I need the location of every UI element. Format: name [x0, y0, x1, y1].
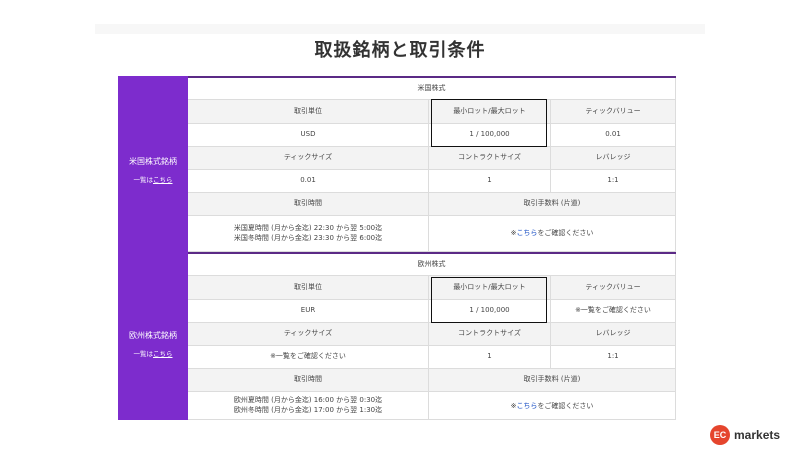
fee-suffix: をご確認ください [537, 402, 594, 410]
us-stocks-side-name: 米国株式銘柄 [129, 157, 177, 166]
fee-link[interactable]: こちら [516, 229, 537, 237]
header-tick-size: ティックサイズ [188, 323, 429, 346]
header-leverage: レバレッジ [551, 147, 676, 170]
eu-stocks-list-link[interactable]: こちら [153, 350, 173, 358]
header-contract-size: コントラクトサイズ [429, 147, 551, 170]
logo-text: markets [734, 428, 781, 442]
eu-stocks-side-name: 欧州株式銘柄 [129, 331, 177, 340]
value-contract-size: 1 [429, 170, 551, 193]
value-commission: ※こちらをご確認ください [429, 216, 676, 252]
us-stocks-list-link[interactable]: こちら [153, 176, 173, 184]
hours-summer: 米国夏時間 (月から金迄) 22:30 から翌 5:00迄 [233, 224, 383, 233]
header-leverage: レバレッジ [551, 323, 676, 346]
value-tick-value: ※一覧をご確認ください [551, 300, 676, 323]
header-trading-hours: 取引時間 [188, 369, 429, 392]
header-tick-value: ティックバリュー [551, 100, 676, 124]
header-contract-size: コントラクトサイズ [429, 323, 551, 346]
value-trading-hours: 欧州夏時間 (月から金迄) 16:00 から翌 0:30迄 欧州冬時間 (月から… [188, 392, 429, 420]
value-trading-hours: 米国夏時間 (月から金迄) 22:30 から翌 5:00迄 米国冬時間 (月から… [188, 216, 429, 252]
eu-stocks-list-note: 一覧はこちら [118, 348, 188, 358]
fee-suffix: をご確認ください [537, 229, 594, 237]
value-tick-value: 0.01 [551, 124, 676, 147]
value-trading-unit: EUR [188, 300, 429, 323]
value-leverage: 1:1 [551, 170, 676, 193]
us-stocks-list-note: 一覧はこちら [118, 174, 188, 184]
header-tick-size: ティックサイズ [188, 147, 429, 170]
fee-link[interactable]: こちら [516, 402, 537, 410]
hours-summer: 欧州夏時間 (月から金迄) 16:00 から翌 0:30迄 [233, 396, 383, 405]
header-trading-hours: 取引時間 [188, 193, 429, 216]
value-leverage: 1:1 [551, 346, 676, 369]
us-stocks-sidebar: 米国株式銘柄 一覧はこちら [118, 76, 188, 252]
ec-markets-logo: EC markets [710, 424, 796, 446]
header-trading-unit: 取引単位 [188, 276, 429, 300]
header-commission: 取引手数料 (片道) [429, 369, 676, 392]
us-stocks-section: 米国株式銘柄 一覧はこちら 米国株式 取引単位 最小ロット/最大ロット ティック… [118, 76, 676, 252]
header-commission: 取引手数料 (片道) [429, 193, 676, 216]
lot-highlight-box [431, 277, 547, 323]
hours-winter: 米国冬時間 (月から金迄) 23:30 から翌 6:00迄 [233, 233, 383, 242]
list-prefix: 一覧は [133, 350, 154, 358]
eu-stocks-sidebar: 欧州株式銘柄 一覧はこちら [118, 252, 188, 420]
logo-mark: EC [710, 425, 730, 445]
header-tick-value: ティックバリュー [551, 276, 676, 300]
value-contract-size: 1 [429, 346, 551, 369]
value-tick-size: ※一覧をご確認ください [188, 346, 429, 369]
eu-stocks-section: 欧州株式銘柄 一覧はこちら 欧州株式 取引単位 最小ロット/最大ロット ティック… [118, 252, 676, 420]
value-tick-size: 0.01 [188, 170, 429, 193]
lot-highlight-box [431, 99, 547, 147]
header-trading-unit: 取引単位 [188, 100, 429, 124]
value-commission: ※こちらをご確認ください [429, 392, 676, 420]
value-trading-unit: USD [188, 124, 429, 147]
list-prefix: 一覧は [133, 176, 154, 184]
top-band [95, 24, 705, 34]
page-title: 取扱銘柄と取引条件 [314, 40, 486, 61]
hours-winter: 欧州冬時間 (月から金迄) 17:00 から翌 1:30迄 [233, 405, 383, 414]
us-stocks-title: 米国株式 [188, 78, 676, 100]
eu-stocks-title: 欧州株式 [188, 254, 676, 276]
